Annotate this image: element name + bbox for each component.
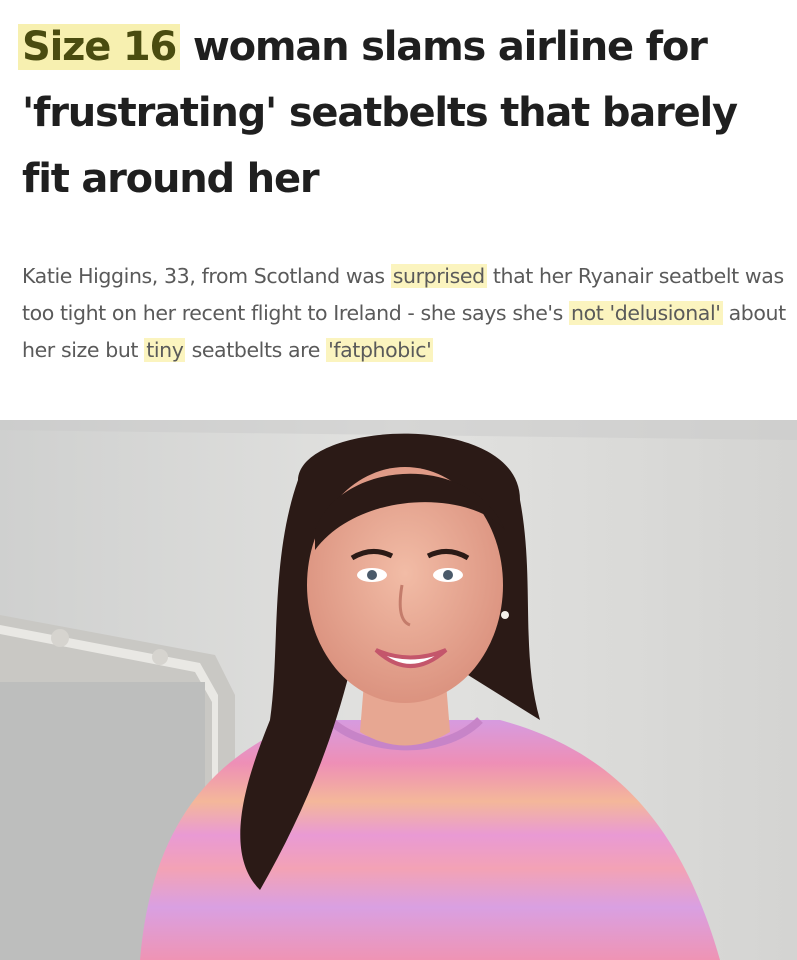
- standfirst: Katie Higgins, 33, from Scotland was sur…: [22, 258, 787, 369]
- headline-highlight: Size 16: [18, 24, 181, 70]
- standfirst-text-4: seatbelts are: [185, 338, 327, 362]
- headline[interactable]: Size 16 woman slams airline for 'frustra…: [18, 14, 782, 212]
- article-photo[interactable]: [0, 420, 797, 960]
- standfirst-highlight-not-delusional: not 'delusional': [569, 301, 723, 325]
- standfirst-highlight-tiny: tiny: [144, 338, 186, 362]
- earring: [501, 611, 509, 619]
- article-card: Size 16 woman slams airline for 'frustra…: [0, 0, 797, 960]
- standfirst-highlight-fatphobic: 'fatphobic': [326, 338, 434, 362]
- standfirst-highlight-surprised: surprised: [390, 264, 487, 288]
- photo-illustration: [0, 420, 797, 960]
- standfirst-text-1: Katie Higgins, 33, from Scotland was: [22, 264, 391, 288]
